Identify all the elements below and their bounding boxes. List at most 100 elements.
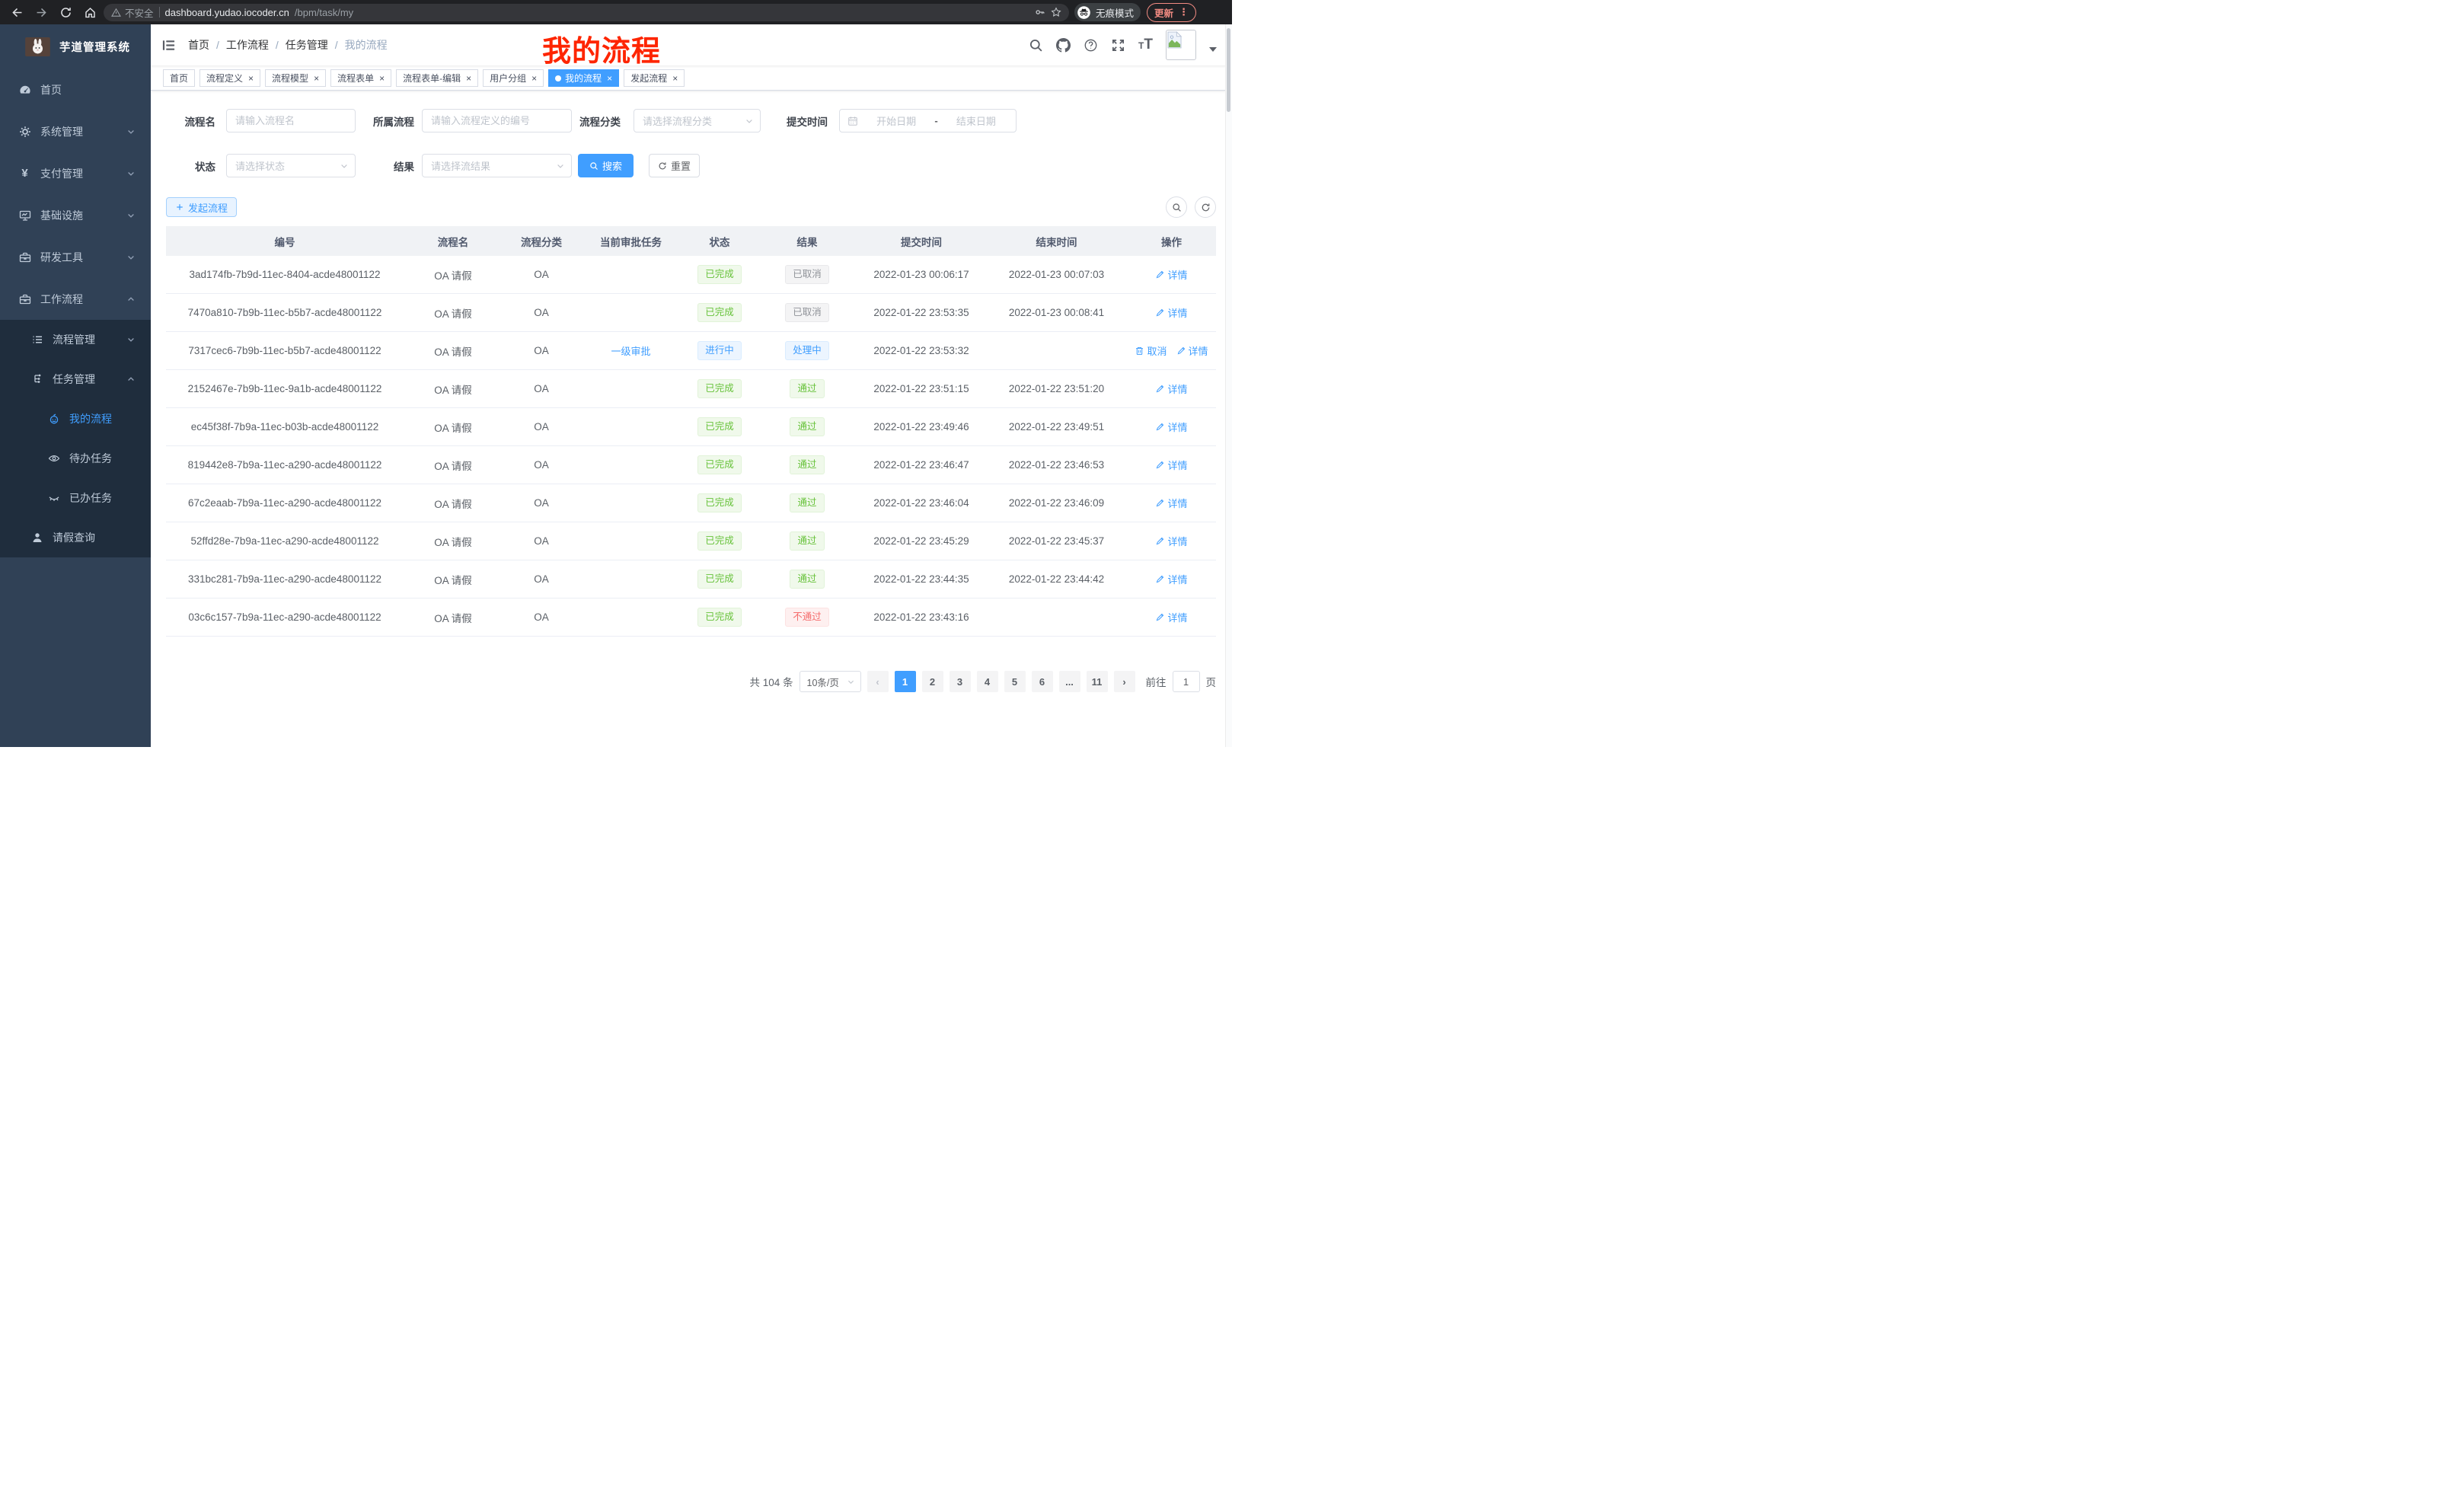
- sidebar-item-process-mgmt[interactable]: 流程管理: [0, 320, 151, 359]
- close-icon[interactable]: ×: [379, 74, 385, 83]
- sidebar-item-devtools[interactable]: 研发工具: [0, 236, 151, 278]
- cell-result: 通过: [758, 370, 857, 408]
- detail-link[interactable]: 详情: [1155, 458, 1187, 472]
- cell-category: OA: [503, 560, 580, 599]
- sidebar-item-leave-query[interactable]: 请假查询: [0, 518, 151, 557]
- sidebar-item-task-mgmt[interactable]: 任务管理: [0, 359, 151, 399]
- tab-流程定义[interactable]: 流程定义 ×: [199, 69, 260, 87]
- cell-process-name: OA 请假: [404, 256, 503, 294]
- hamburger-icon[interactable]: [161, 38, 176, 53]
- tab-流程表单[interactable]: 流程表单 ×: [330, 69, 391, 87]
- status-badge: 通过: [790, 379, 824, 398]
- tab-发起流程[interactable]: 发起流程 ×: [624, 69, 685, 87]
- key-icon[interactable]: [1035, 7, 1045, 18]
- chevron-down-icon: [126, 169, 136, 178]
- cell-id: 819442e8-7b9a-11ec-a290-acde48001122: [166, 446, 404, 484]
- refresh-icon-button[interactable]: [1195, 196, 1216, 218]
- cell-status: 已完成: [681, 599, 758, 637]
- sidebar-item-home[interactable]: 首页: [0, 69, 151, 110]
- sidebar-item-my-process[interactable]: 我的流程: [0, 399, 151, 439]
- cell-current-task: [580, 484, 681, 522]
- column-header: 结果: [758, 226, 857, 256]
- detail-link[interactable]: 详情: [1155, 496, 1187, 510]
- page-button-11[interactable]: 11: [1087, 671, 1108, 692]
- prev-page-button[interactable]: ‹: [867, 671, 889, 692]
- avatar-dropdown-caret[interactable]: [1209, 47, 1217, 52]
- cell-id: 3ad174fb-7b9d-11ec-8404-acde48001122: [166, 256, 404, 294]
- submit-time-range[interactable]: 开始日期 - 结束日期: [839, 109, 1017, 132]
- detail-link[interactable]: 详情: [1176, 343, 1208, 358]
- tab-用户分组[interactable]: 用户分组 ×: [483, 69, 544, 87]
- start-date-placeholder: 开始日期: [864, 113, 928, 128]
- status-select[interactable]: 请选择状态: [226, 154, 356, 177]
- page-button-5[interactable]: 5: [1004, 671, 1026, 692]
- next-page-button[interactable]: ›: [1114, 671, 1135, 692]
- github-icon[interactable]: [1056, 38, 1071, 53]
- tab-我的流程[interactable]: 我的流程 ×: [548, 69, 619, 87]
- detail-link[interactable]: 详情: [1155, 305, 1187, 320]
- sidebar-item-system[interactable]: 系统管理: [0, 110, 151, 152]
- search-button[interactable]: 搜索: [578, 154, 634, 177]
- avatar[interactable]: [1166, 30, 1196, 60]
- browser-menu-icon[interactable]: ⋮: [1179, 6, 1189, 18]
- brand[interactable]: 芋道管理系统: [0, 24, 151, 69]
- sidebar-item-todo-tasks[interactable]: 待办任务: [0, 439, 151, 478]
- close-icon[interactable]: ×: [248, 74, 254, 83]
- close-icon[interactable]: ×: [314, 74, 319, 83]
- chevron-up-icon: [126, 375, 136, 384]
- search-icon[interactable]: [1029, 38, 1043, 53]
- close-icon[interactable]: ×: [672, 74, 678, 83]
- detail-link[interactable]: 详情: [1155, 572, 1187, 586]
- cell-result: 已取消: [758, 294, 857, 332]
- close-icon[interactable]: ×: [531, 74, 537, 83]
- breadcrumb-item[interactable]: 工作流程: [226, 37, 269, 53]
- show-search-icon-button[interactable]: [1166, 196, 1187, 218]
- sidebar-item-infra[interactable]: 基础设施: [0, 194, 151, 236]
- cell-end-time: [986, 599, 1127, 637]
- page-size-select[interactable]: 10条/页: [800, 671, 861, 692]
- tab-流程表单-编辑[interactable]: 流程表单-编辑 ×: [396, 69, 478, 87]
- category-select[interactable]: 请选择流程分类: [634, 109, 761, 132]
- status-badge: 进行中: [697, 341, 742, 360]
- page-button-3[interactable]: 3: [950, 671, 971, 692]
- detail-link[interactable]: 详情: [1155, 267, 1187, 282]
- close-icon[interactable]: ×: [607, 74, 612, 83]
- fullscreen-icon[interactable]: [1111, 38, 1125, 53]
- goto-page-input[interactable]: [1173, 671, 1200, 692]
- process-name-input[interactable]: [226, 109, 356, 132]
- reset-button[interactable]: 重置: [649, 154, 700, 177]
- start-process-button[interactable]: 发起流程: [166, 197, 237, 217]
- page-button-2[interactable]: 2: [922, 671, 943, 692]
- update-button[interactable]: 更新 ⋮: [1147, 3, 1196, 22]
- cancel-link[interactable]: 取消: [1135, 343, 1167, 358]
- tab-首页[interactable]: 首页: [163, 69, 195, 87]
- scrollbar-thumb[interactable]: [1227, 28, 1230, 112]
- reload-icon[interactable]: [56, 3, 75, 21]
- detail-link[interactable]: 详情: [1155, 610, 1187, 624]
- sidebar-item-workflow[interactable]: 工作流程: [0, 278, 151, 320]
- current-task-link[interactable]: 一级审批: [611, 343, 650, 358]
- detail-link[interactable]: 详情: [1155, 420, 1187, 434]
- bookmark-star-icon[interactable]: [1051, 7, 1061, 18]
- detail-link[interactable]: 详情: [1155, 381, 1187, 396]
- page-button-1[interactable]: 1: [895, 671, 916, 692]
- page-button-6[interactable]: 6: [1032, 671, 1053, 692]
- detail-link[interactable]: 详情: [1155, 534, 1187, 548]
- parent-process-input[interactable]: [422, 109, 572, 132]
- back-icon[interactable]: [8, 3, 26, 21]
- url-bar[interactable]: 不安全 dashboard.yudao.iocoder.cn/bpm/task/…: [104, 4, 1069, 21]
- home-icon[interactable]: [81, 3, 99, 21]
- cell-submit-time: 2022-01-22 23:46:04: [857, 484, 986, 522]
- page-button-4[interactable]: 4: [977, 671, 998, 692]
- forward-icon[interactable]: [32, 3, 50, 21]
- close-icon[interactable]: ×: [466, 74, 471, 83]
- breadcrumb-item[interactable]: 任务管理: [286, 37, 328, 53]
- tab-流程模型[interactable]: 流程模型 ×: [265, 69, 326, 87]
- result-select[interactable]: 请选择流结果: [422, 154, 572, 177]
- page-ellipsis[interactable]: ...: [1059, 671, 1080, 692]
- sidebar-item-payment[interactable]: ¥ 支付管理: [0, 152, 151, 194]
- help-icon[interactable]: [1084, 38, 1098, 53]
- sidebar-item-done-tasks[interactable]: 已办任务: [0, 478, 151, 518]
- font-size-icon[interactable]: TT: [1138, 37, 1153, 53]
- breadcrumb-item[interactable]: 首页: [188, 37, 209, 53]
